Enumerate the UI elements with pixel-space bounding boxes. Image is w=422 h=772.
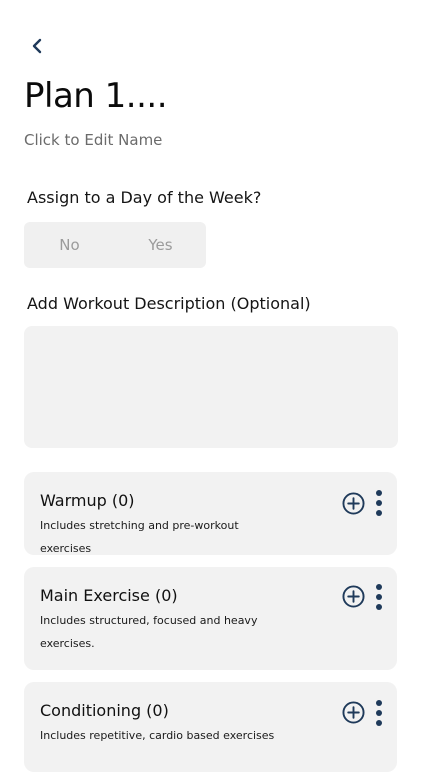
section-title: Warmup (0) <box>40 491 135 510</box>
more-vertical-icon[interactable] <box>375 489 383 517</box>
more-vertical-icon[interactable] <box>375 699 383 727</box>
add-circle-icon[interactable] <box>342 492 365 515</box>
page-title[interactable]: Plan 1.... <box>24 76 168 116</box>
assign-day-label: Assign to a Day of the Week? <box>27 188 262 207</box>
edit-name-link[interactable]: Click to Edit Name <box>24 131 162 149</box>
description-label: Add Workout Description (Optional) <box>27 294 311 313</box>
section-description: Includes stretching and pre-workout exer… <box>40 519 239 555</box>
assign-yes-button[interactable]: Yes <box>115 222 206 268</box>
add-circle-icon[interactable] <box>342 585 365 608</box>
section-title: Main Exercise (0) <box>40 586 178 605</box>
section-card-warmup[interactable]: Warmup (0) Includes stretching and pre-w… <box>24 472 397 555</box>
more-vertical-icon[interactable] <box>375 583 383 611</box>
chevron-left-icon <box>32 38 42 54</box>
section-title: Conditioning (0) <box>40 701 169 720</box>
workout-description-input[interactable] <box>24 326 398 448</box>
add-circle-icon[interactable] <box>342 701 365 724</box>
section-description: Includes repetitive, cardio based exerci… <box>40 729 275 742</box>
section-card-main-exercise[interactable]: Main Exercise (0) Includes structured, f… <box>24 567 397 670</box>
back-button[interactable] <box>28 36 48 56</box>
section-card-conditioning[interactable]: Conditioning (0) Includes repetitive, ca… <box>24 682 397 772</box>
assign-no-button[interactable]: No <box>24 222 115 268</box>
section-description: Includes structured, focused and heavy e… <box>40 614 258 650</box>
assign-day-toggle: No Yes <box>24 222 206 268</box>
